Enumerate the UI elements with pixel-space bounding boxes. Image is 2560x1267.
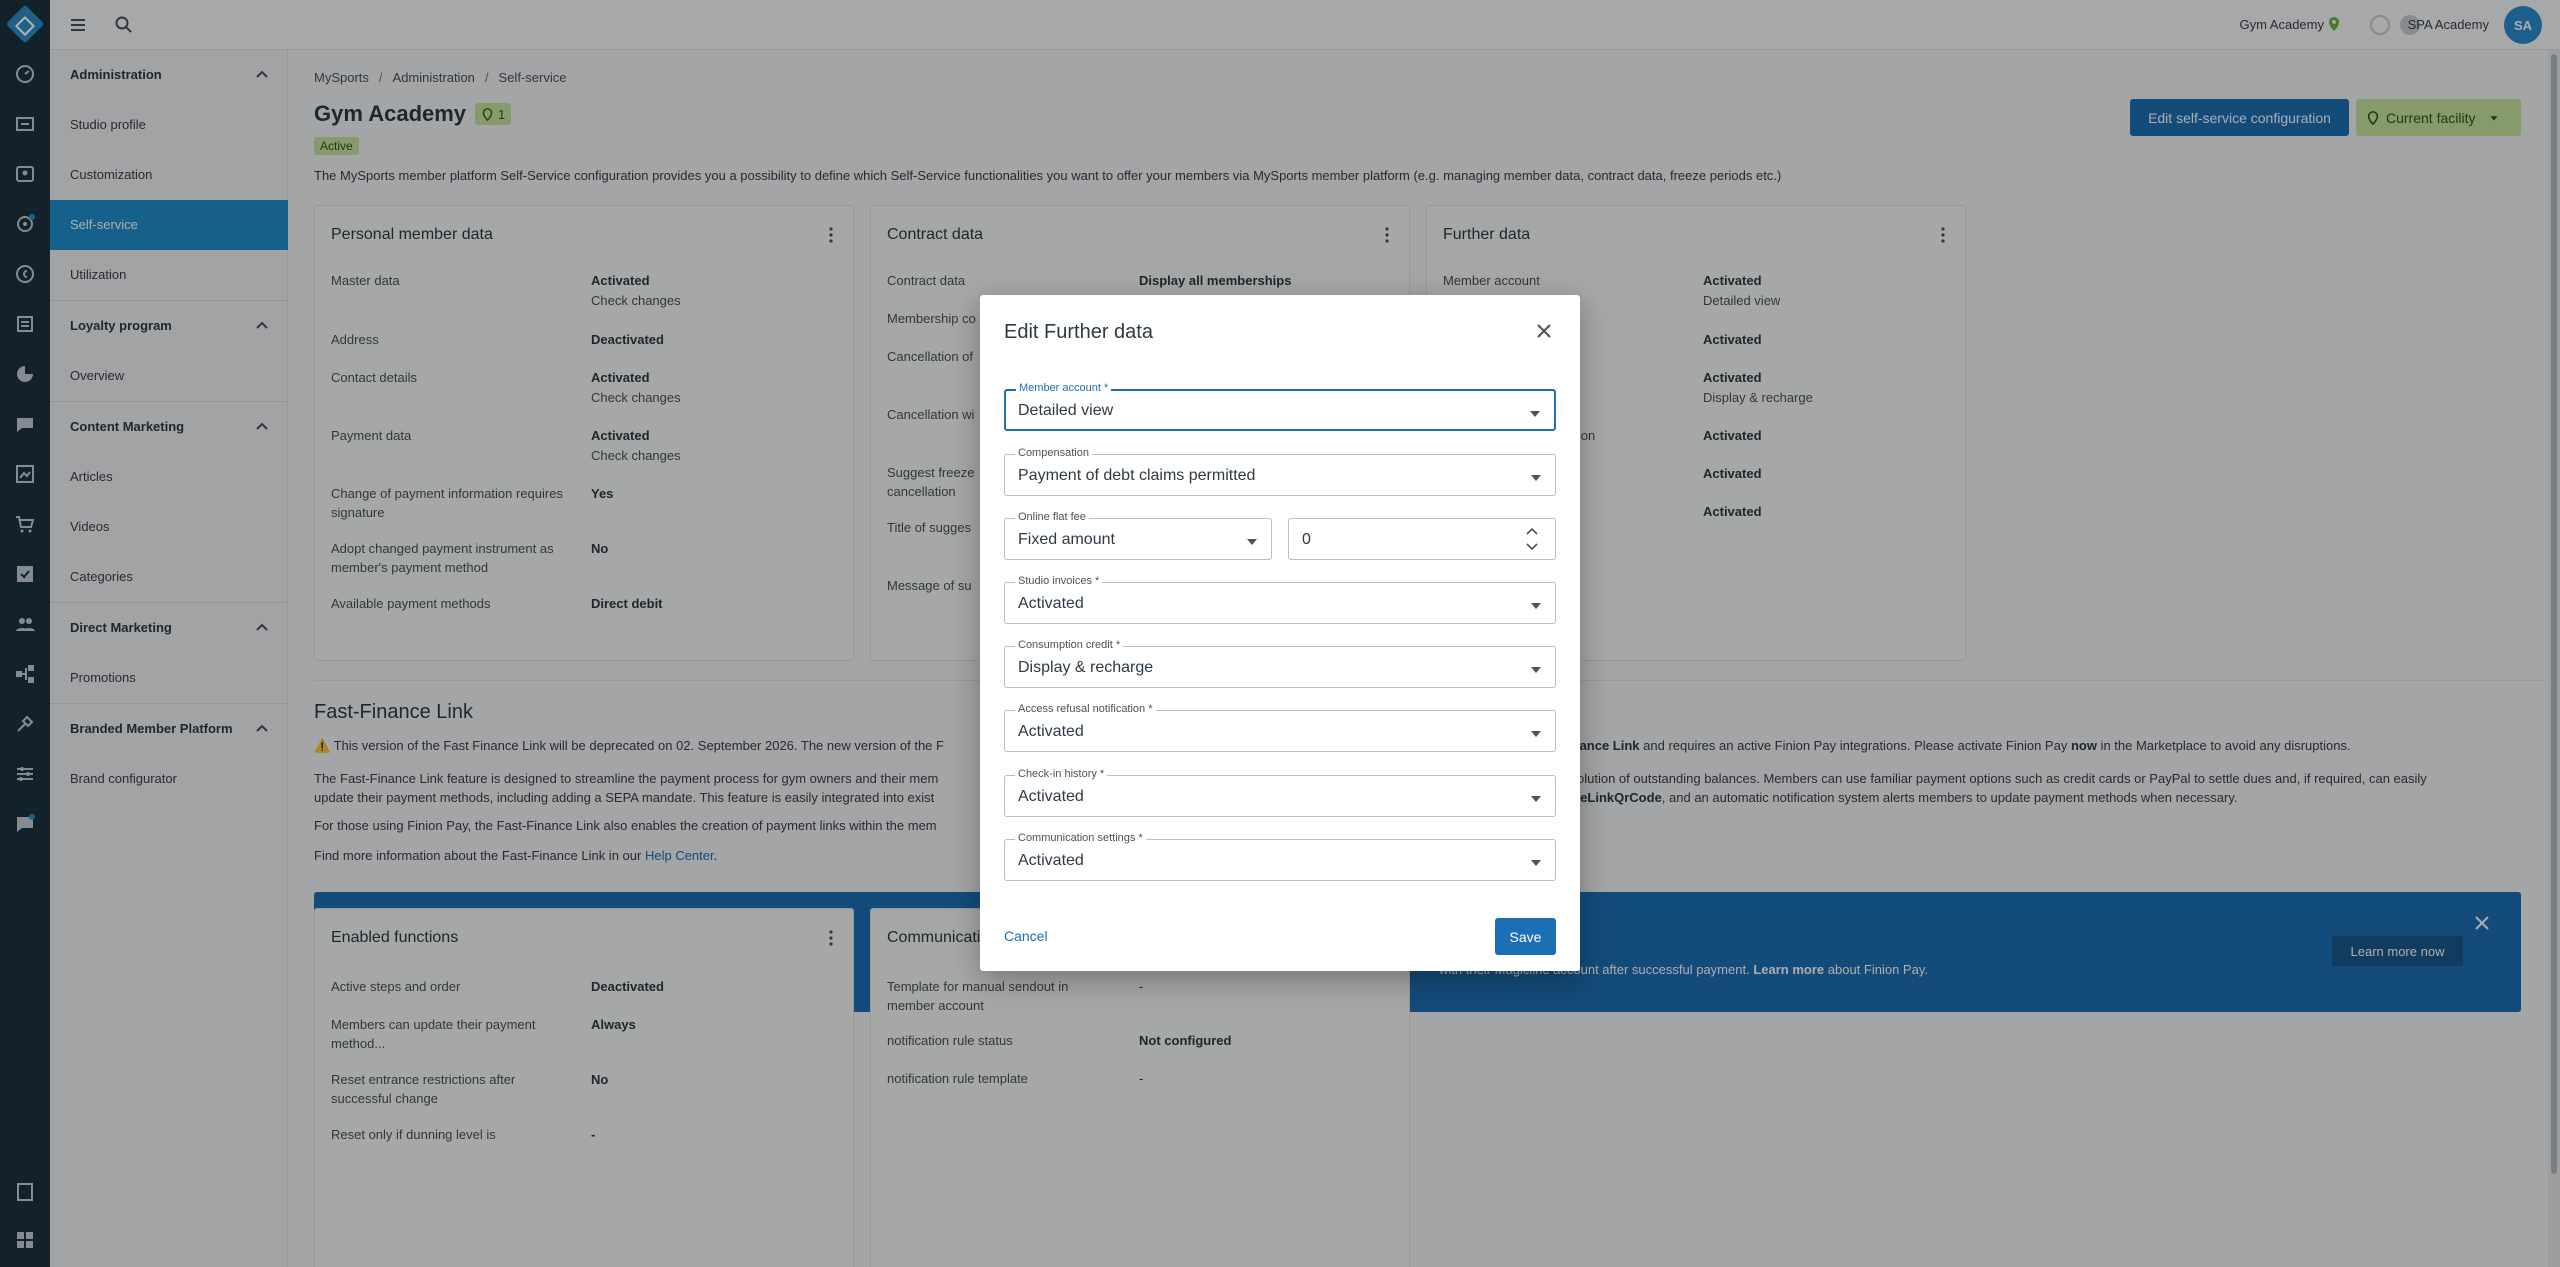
caret-down-icon	[1530, 598, 1542, 609]
close-icon[interactable]	[1534, 321, 1554, 341]
field-label: Communication settings *	[1015, 832, 1146, 845]
caret-down-icon	[1530, 662, 1542, 673]
field-label: Studio invoices *	[1015, 575, 1103, 588]
field-label: Online flat fee	[1015, 511, 1089, 524]
communication-settings-select[interactable]: Communication settings * Activated	[1004, 832, 1556, 881]
save-button[interactable]: Save	[1495, 918, 1556, 955]
check-in-history-select[interactable]: Check-in history * Activated	[1004, 768, 1556, 817]
field-label: Member account *	[1016, 382, 1112, 395]
field-value: Activated	[1018, 723, 1084, 740]
field-value: 0	[1302, 531, 1311, 548]
studio-invoices-select[interactable]: Studio invoices * Activated	[1004, 575, 1556, 624]
field-label: Compensation	[1015, 447, 1092, 460]
caret-down-icon	[1529, 406, 1541, 417]
number-stepper-icon[interactable]	[1526, 525, 1538, 553]
consumption-credit-select[interactable]: Consumption credit * Display & recharge	[1004, 639, 1556, 688]
cancel-button[interactable]: Cancel	[992, 918, 1060, 954]
field-label: Consumption credit *	[1015, 639, 1124, 652]
dialog-title: Edit Further data	[1004, 321, 1153, 343]
member-account-select[interactable]: Member account * Detailed view	[1004, 382, 1556, 431]
field-value: Detailed view	[1018, 402, 1114, 419]
field-value: Activated	[1018, 788, 1084, 805]
field-value: Activated	[1018, 852, 1084, 869]
field-value: Fixed amount	[1018, 531, 1115, 548]
caret-down-icon	[1246, 534, 1258, 545]
field-label: Access refusal notification *	[1015, 703, 1156, 716]
caret-down-icon	[1530, 855, 1542, 866]
caret-down-icon	[1530, 726, 1542, 737]
caret-down-icon	[1530, 791, 1542, 802]
field-value: Activated	[1018, 595, 1084, 612]
access-refusal-notification-select[interactable]: Access refusal notification * Activated	[1004, 703, 1556, 752]
edit-further-data-dialog: Edit Further data Member account * Detai…	[980, 295, 1580, 971]
field-value: Display & recharge	[1018, 659, 1154, 676]
flat-fee-amount-input[interactable]: 0	[1288, 518, 1556, 560]
field-value: Payment of debt claims permitted	[1018, 467, 1256, 484]
field-label: Check-in history *	[1015, 768, 1108, 781]
caret-down-icon	[1530, 470, 1542, 481]
compensation-select[interactable]: Compensation Payment of debt claims perm…	[1004, 447, 1556, 496]
online-flat-fee-select[interactable]: Online flat fee Fixed amount	[1004, 511, 1272, 560]
